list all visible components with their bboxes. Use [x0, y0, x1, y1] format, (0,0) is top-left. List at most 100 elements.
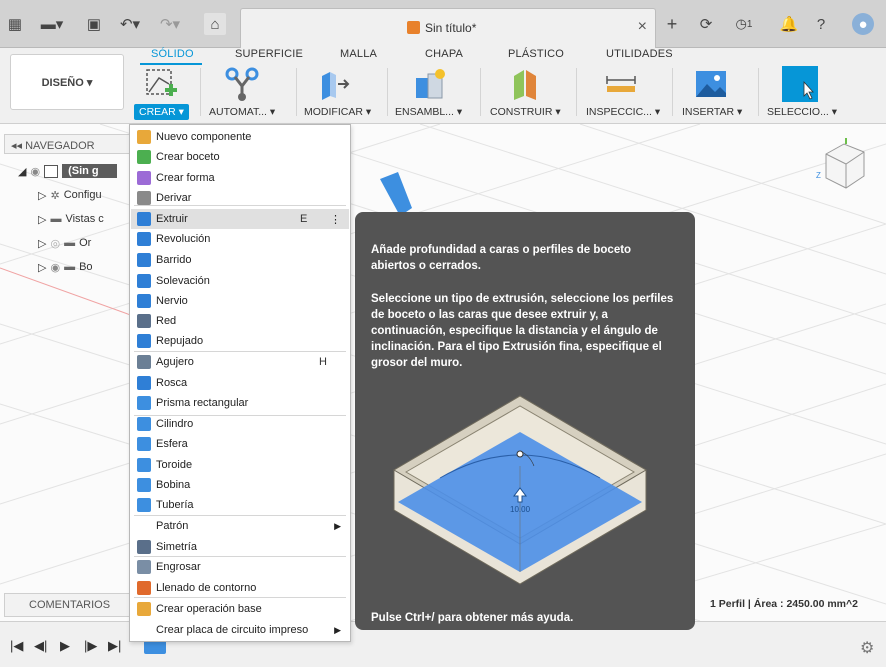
- menu-item-bobina[interactable]: Bobina: [131, 475, 349, 495]
- expand-arrow-icon[interactable]: ▷: [38, 213, 46, 226]
- assemble-group-button[interactable]: ENSAMBL... ▾: [395, 106, 462, 118]
- menu-item-cilindro[interactable]: Cilindro: [131, 414, 349, 434]
- menu-item-icon: [137, 581, 151, 595]
- browser-item-bodies[interactable]: ▷ ◉ ▬ Bo: [38, 258, 93, 276]
- help-icon[interactable]: ?: [812, 13, 830, 35]
- tab-malla[interactable]: MALLA: [340, 48, 377, 60]
- browser-item-settings[interactable]: ▷ ✲ Configu: [38, 186, 102, 204]
- browser-root-item[interactable]: ◢ ◉ (Sin g: [18, 162, 117, 180]
- menu-item-crear-operacion-base[interactable]: Crear operación base: [131, 599, 349, 619]
- home-icon[interactable]: ⌂: [204, 13, 226, 35]
- visibility-eye-icon[interactable]: ◉: [30, 165, 40, 178]
- automate-group-button[interactable]: AUTOMAT... ▾: [209, 106, 275, 118]
- save-icon[interactable]: ▣: [84, 13, 104, 35]
- menu-item-icon: [137, 437, 151, 451]
- menu-item-label: Crear operación base: [156, 603, 262, 615]
- insert-image-icon[interactable]: [693, 66, 729, 102]
- tab-chapa[interactable]: CHAPA: [425, 48, 463, 60]
- create-group-button[interactable]: CREAR ▾: [134, 104, 189, 120]
- construct-group-button[interactable]: CONSTRUIR ▾: [490, 106, 561, 118]
- redo-icon[interactable]: ↷▾: [156, 13, 184, 35]
- timeline-prev-icon[interactable]: ◀|: [34, 638, 47, 654]
- inspect-measure-icon[interactable]: [603, 66, 639, 102]
- file-menu-icon[interactable]: ▬▾: [38, 13, 66, 35]
- refresh-icon[interactable]: ⟳: [697, 13, 715, 35]
- menu-item-toroide[interactable]: Toroide: [131, 455, 349, 475]
- ribbon: SÓLIDO SUPERFICIE MALLA CHAPA PLÁSTICO U…: [0, 48, 886, 124]
- visibility-eye-icon[interactable]: ◉: [50, 261, 60, 274]
- menu-item-shortcut: H: [319, 356, 327, 368]
- inspect-group-button[interactable]: INSPECCIC... ▾: [586, 106, 660, 118]
- menu-item-rosca[interactable]: Rosca: [131, 373, 349, 393]
- menu-item-crear-boceto[interactable]: Crear boceto: [131, 147, 349, 167]
- menu-item-prisma-rectangular[interactable]: Prisma rectangular: [131, 393, 349, 413]
- timeline-next-icon[interactable]: |▶: [84, 638, 97, 654]
- modify-group-button[interactable]: MODIFICAR ▾: [304, 106, 371, 118]
- select-icon[interactable]: [782, 66, 818, 102]
- menu-item-label: Esfera: [156, 438, 188, 450]
- user-avatar-icon[interactable]: ●: [852, 13, 874, 35]
- design-workspace-button[interactable]: DISEÑO ▾: [10, 54, 124, 110]
- tab-superficie[interactable]: SUPERFICIE: [235, 48, 303, 60]
- hidden-eye-icon[interactable]: ◎: [50, 237, 60, 250]
- menu-item-llenado-de-contorno[interactable]: Llenado de contorno: [131, 578, 349, 598]
- create-sketch-icon[interactable]: [143, 66, 179, 102]
- submenu-arrow-icon: ▶: [334, 624, 341, 635]
- undo-icon[interactable]: ↶▾: [116, 13, 144, 35]
- timeline-end-icon[interactable]: ▶|: [108, 638, 121, 654]
- menu-item-agujero[interactable]: Agujero H: [131, 352, 349, 372]
- menu-item-label: Red: [156, 315, 177, 327]
- timeline-play-icon[interactable]: ▶: [60, 638, 70, 654]
- timeline-settings-icon[interactable]: ⚙: [860, 638, 874, 658]
- browser-item-origin[interactable]: ▷ ◎ ▬ Or: [38, 234, 91, 252]
- ribbon-separator: [480, 68, 481, 116]
- more-options-icon[interactable]: ⋮: [330, 213, 341, 226]
- close-tab-icon[interactable]: ×: [638, 18, 647, 36]
- job-status-icon[interactable]: ◷ 1: [730, 13, 758, 35]
- ribbon-separator: [296, 68, 297, 116]
- browser-item-views[interactable]: ▷ ▬ Vistas c: [38, 210, 104, 228]
- view-cube-icon[interactable]: Z: [814, 134, 874, 198]
- automate-icon[interactable]: [224, 66, 260, 102]
- document-tab[interactable]: Sin título* ×: [240, 8, 656, 48]
- menu-item-esfera[interactable]: Esfera: [131, 434, 349, 454]
- menu-item-engrosar[interactable]: Engrosar: [131, 557, 349, 577]
- menu-item-simetria[interactable]: Simetría: [131, 537, 349, 557]
- expand-arrow-icon[interactable]: ◢: [18, 165, 26, 178]
- menu-item-barrido[interactable]: Barrido: [131, 250, 349, 270]
- submenu-arrow-icon: ▶: [334, 520, 341, 531]
- tab-utilidades[interactable]: UTILIDADES: [606, 48, 673, 60]
- menu-item-icon: [137, 519, 151, 533]
- expand-arrow-icon[interactable]: ▷: [38, 261, 46, 274]
- menu-item-crear-placa-de-circuito-impreso[interactable]: Crear placa de circuito impreso ▶: [131, 620, 349, 640]
- tab-solido[interactable]: SÓLIDO: [151, 48, 194, 60]
- collapse-icon[interactable]: ◂◂: [11, 140, 25, 152]
- menu-item-crear-forma[interactable]: Crear forma: [131, 168, 349, 188]
- expand-arrow-icon[interactable]: ▷: [38, 237, 46, 250]
- new-tab-icon[interactable]: +: [663, 13, 681, 35]
- menu-item-extruir[interactable]: Extruir E ⋮: [131, 209, 349, 229]
- menu-item-repujado[interactable]: Repujado: [131, 331, 349, 351]
- modify-press-pull-icon[interactable]: [316, 66, 352, 102]
- tab-plastico[interactable]: PLÁSTICO: [508, 48, 564, 60]
- select-group-button[interactable]: SELECCIO... ▾: [767, 106, 837, 118]
- grid-menu-icon[interactable]: ▦: [6, 13, 24, 35]
- menu-item-label: Llenado de contorno: [156, 582, 257, 594]
- menu-item-patron[interactable]: Patrón ▶: [131, 516, 349, 536]
- menu-item-tuberia[interactable]: Tubería: [131, 495, 349, 515]
- insert-group-button[interactable]: INSERTAR ▾: [682, 106, 742, 118]
- timeline-start-icon[interactable]: |◀: [10, 638, 23, 654]
- menu-item-derivar[interactable]: Derivar: [131, 188, 349, 208]
- ribbon-separator: [672, 68, 673, 116]
- notifications-icon[interactable]: 🔔: [780, 13, 799, 35]
- construct-plane-icon[interactable]: [508, 66, 544, 102]
- extrude-tooltip: Añade profundidad a caras o perfiles de …: [355, 212, 695, 630]
- expand-arrow-icon[interactable]: ▷: [38, 189, 46, 202]
- menu-item-red[interactable]: Red: [131, 311, 349, 331]
- active-tab-indicator: [140, 63, 202, 65]
- assemble-icon[interactable]: [412, 66, 448, 102]
- menu-item-nuevo-componente[interactable]: Nuevo componente: [131, 127, 349, 147]
- menu-item-solevacion[interactable]: Solevación: [131, 271, 349, 291]
- menu-item-nervio[interactable]: Nervio: [131, 291, 349, 311]
- menu-item-revolucion[interactable]: Revolución: [131, 229, 349, 249]
